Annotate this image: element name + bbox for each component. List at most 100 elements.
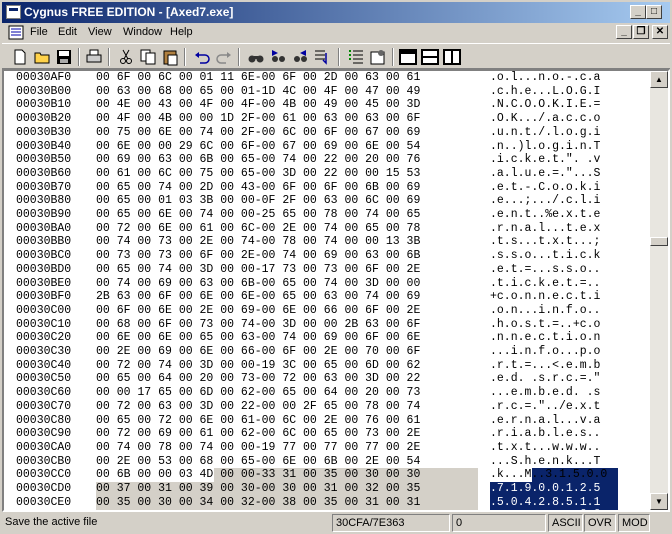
find-next-icon[interactable] (268, 47, 288, 67)
ascii-text[interactable]: .s.s.o...t.i.c.k (490, 249, 600, 263)
menu-file[interactable]: File (30, 26, 48, 38)
app-icon[interactable] (6, 5, 21, 19)
hex-row[interactable]: 00030BD0 00 65 00 74 00 3D 00 00-17 73 00… (4, 263, 650, 277)
status-mod-mode[interactable]: MOD (618, 514, 650, 532)
ascii-text[interactable]: ...e.m.b.e.d. .s (490, 386, 600, 400)
find-icon[interactable] (246, 47, 266, 67)
redo-icon[interactable] (214, 47, 234, 67)
hex-bytes[interactable]: 00 61 00 6C 00 75 00 65-00 3D 00 22 00 0… (96, 167, 420, 181)
ascii-text[interactable]: .n.n.e.c.t.i.o.n (490, 331, 600, 345)
hex-row[interactable]: 00030CC0 00 6B 00 00 03 4D 00 00-33 31 00… (4, 468, 650, 483)
menu-view[interactable]: View (88, 26, 112, 38)
view-split-columns-icon[interactable] (442, 47, 462, 67)
hex-row[interactable]: 00030C70 00 72 00 63 00 3D 00 22-00 00 2F… (4, 400, 650, 414)
hex-bytes[interactable]: 00 6E 00 00 29 6C 00 6F-00 67 00 69 00 6… (96, 140, 420, 154)
scroll-thumb[interactable] (650, 237, 668, 246)
title-bar[interactable]: Cygnus FREE EDITION - [Axed7.exe] _ □ (2, 2, 670, 23)
ascii-text[interactable]: .k...M..3.1.5.0.0 (490, 468, 607, 482)
paste-icon[interactable] (160, 47, 180, 67)
ascii-text[interactable]: .r.n.a.l...t.e.x (490, 222, 600, 236)
ascii-text[interactable]: .o.l...n.o.-.c.a (490, 71, 600, 85)
status-ascii-mode[interactable]: ASCII (548, 514, 583, 532)
ascii-text[interactable]: .i.c.k.e.t.". .v (490, 153, 600, 167)
hex-row[interactable]: 00030C10 00 68 00 6F 00 73 00 74-00 3D 00… (4, 318, 650, 332)
ascii-text[interactable]: .e.d. .s.r.c.=." (490, 372, 600, 386)
ascii-text[interactable]: .7.1.9.0.0.1.2.5 (490, 482, 600, 496)
hex-row[interactable]: 00030BF0 2B 63 00 6F 00 6E 00 6E-00 65 00… (4, 290, 650, 304)
hex-view[interactable]: 00030AF0 00 6F 00 6C 00 01 11 6E-00 6F 00… (4, 71, 650, 510)
hex-bytes[interactable]: 00 6E 00 6E 00 65 00 63-00 74 00 69 00 6… (96, 331, 420, 345)
minimize-button[interactable]: _ (630, 5, 646, 19)
child-minimize-button[interactable]: _ (616, 25, 632, 39)
hex-row[interactable]: 00030CF0 00 33 00 30 00 30 00 30-00 35 00… (4, 509, 650, 510)
hex-row[interactable]: 00030CB0 00 2E 00 53 00 68 00 65-00 6E 00… (4, 455, 650, 469)
vertical-scrollbar[interactable]: ▲ ▼ (650, 71, 668, 510)
hex-bytes[interactable]: 00 6F 00 6E 00 2E 00 69-00 6E 00 66 00 6… (96, 304, 420, 318)
hex-row[interactable]: 00030C90 00 72 00 69 00 61 00 62-00 6C 00… (4, 427, 650, 441)
menu-edit[interactable]: Edit (58, 26, 77, 38)
ascii-text[interactable]: .r.t.=...<.e.m.b (490, 359, 600, 373)
ascii-text[interactable]: .n..)l.o.g.i.n.T (490, 140, 600, 154)
hex-row[interactable]: 00030B10 00 4E 00 43 00 4F 00 4F-00 4B 00… (4, 98, 650, 112)
ascii-text[interactable]: .t.i.c.k.e.t.=.. (490, 277, 600, 291)
hex-row[interactable]: 00030CD0 00 37 00 31 00 39 00 30-00 30 00… (4, 482, 650, 496)
hex-bytes[interactable]: 00 65 00 74 00 2D 00 43-00 6F 00 6F 00 6… (96, 181, 420, 195)
new-file-icon[interactable] (10, 47, 30, 67)
copy-icon[interactable] (138, 47, 158, 67)
ascii-text[interactable]: .e.r.n.a.l...v.a (490, 414, 600, 428)
open-folder-icon[interactable] (32, 47, 52, 67)
hex-bytes[interactable]: 00 65 00 74 00 3D 00 00-17 73 00 73 00 6… (96, 263, 420, 277)
ascii-text[interactable]: .e.n.t..%e.x.t.e (490, 208, 600, 222)
goto-icon[interactable] (312, 47, 332, 67)
hex-bytes[interactable]: 00 2E 00 69 00 6E 00 66-00 6F 00 2E 00 7… (96, 345, 420, 359)
ascii-text[interactable]: .r.c.=."../e.x.t (490, 400, 600, 414)
ascii-text[interactable]: .e.t.=...s.s.o.. (490, 263, 600, 277)
hex-row[interactable]: 00030B40 00 6E 00 00 29 6C 00 6F-00 67 00… (4, 140, 650, 154)
menu-window[interactable]: Window (123, 26, 162, 38)
hex-row[interactable]: 00030B80 00 65 00 01 03 3B 00 00-0F 2F 00… (4, 194, 650, 208)
hex-row[interactable]: 00030C20 00 6E 00 6E 00 65 00 63-00 74 00… (4, 331, 650, 345)
hex-bytes[interactable]: 00 65 00 6E 00 74 00 00-25 65 00 78 00 7… (96, 208, 420, 222)
hex-row[interactable]: 00030AF0 00 6F 00 6C 00 01 11 6E-00 6F 00… (4, 71, 650, 85)
ascii-text[interactable]: .e...;.../.c.l.i (490, 194, 600, 208)
hex-row[interactable]: 00030CE0 00 35 00 30 00 34 00 32-00 38 00… (4, 495, 650, 510)
hex-row[interactable]: 00030B70 00 65 00 74 00 2D 00 43-00 6F 00… (4, 181, 650, 195)
cut-icon[interactable] (116, 47, 136, 67)
hex-bytes[interactable]: 00 2E 00 53 00 68 00 65-00 6E 00 6B 00 2… (96, 455, 420, 469)
status-ovr-mode[interactable]: OVR (584, 514, 616, 532)
hex-bytes[interactable]: 00 74 00 73 00 2E 00 74-00 78 00 74 00 0… (96, 235, 420, 249)
hex-bytes[interactable]: 00 69 00 63 00 6B 00 65-00 74 00 22 00 2… (96, 153, 420, 167)
ascii-text[interactable]: ...i.n.f.o...p.o (490, 345, 600, 359)
hex-bytes[interactable]: 00 72 00 63 00 3D 00 22-00 00 2F 65 00 7… (96, 400, 420, 414)
hex-bytes[interactable]: 2B 63 00 6F 00 6E 00 6E-00 65 00 63 00 7… (96, 290, 420, 304)
ascii-text[interactable]: .u.n.t./.l.o.g.i (490, 126, 600, 140)
hex-bytes[interactable]: 00 72 00 6E 00 61 00 6C-00 2E 00 74 00 6… (96, 222, 420, 236)
hex-bytes[interactable]: 00 6F 00 6C 00 01 11 6E-00 6F 00 2D 00 6… (96, 71, 420, 85)
hex-bytes[interactable]: 00 6B 00 00 03 4D 00 00-33 31 00 35 00 3… (96, 468, 420, 482)
hex-bytes[interactable]: 00 37 00 31 00 39 00 30-00 30 00 31 00 3… (96, 482, 420, 496)
hex-row[interactable]: 00030BC0 00 73 00 73 00 6F 00 2E-00 74 00… (4, 249, 650, 263)
hex-bytes[interactable]: 00 74 00 69 00 63 00 6B-00 65 00 74 00 3… (96, 277, 420, 291)
hex-row[interactable]: 00030B30 00 75 00 6E 00 74 00 2F-00 6C 00… (4, 126, 650, 140)
ascii-text[interactable]: .r.i.a.b.l.e.s.. (490, 427, 600, 441)
ascii-text[interactable]: .e.t.-.C.o.o.k.i (490, 181, 600, 195)
hex-bytes[interactable]: 00 68 00 6F 00 73 00 74-00 3D 00 00 2B 6… (96, 318, 420, 332)
ascii-text[interactable]: .3.0.0.0.5...@.@ (490, 509, 600, 510)
print-icon[interactable] (84, 47, 104, 67)
view-split-horizontal-icon[interactable] (398, 47, 418, 67)
find-prev-icon[interactable] (290, 47, 310, 67)
ascii-text[interactable]: .c.h.e...L.O.G.I (490, 85, 600, 99)
ascii-text[interactable]: .5.0.4.2.8.5.1.1 (490, 496, 600, 510)
hex-row[interactable]: 00030CA0 00 74 00 78 00 74 00 00-19 77 00… (4, 441, 650, 455)
hex-bytes[interactable]: 00 65 00 72 00 6E 00 61-00 6C 00 2E 00 7… (96, 414, 420, 428)
hex-bytes[interactable]: 00 73 00 73 00 6F 00 2E-00 74 00 69 00 6… (96, 249, 420, 263)
save-icon[interactable] (54, 47, 74, 67)
ascii-text[interactable]: .t.x.t...w.w.w.. (490, 441, 600, 455)
hex-row[interactable]: 00030C40 00 72 00 74 00 3D 00 00-19 3C 00… (4, 359, 650, 373)
ascii-text[interactable]: .t.s...t.x.t...; (490, 235, 600, 249)
menu-help[interactable]: Help (170, 26, 193, 38)
hex-bytes[interactable]: 00 65 00 01 03 3B 00 00-0F 2F 00 63 00 6… (96, 194, 420, 208)
hex-bytes[interactable]: 00 63 00 68 00 65 00 01-1D 4C 00 4F 00 4… (96, 85, 420, 99)
maximize-button[interactable]: □ (646, 5, 662, 19)
hex-row[interactable]: 00030C80 00 65 00 72 00 6E 00 61-00 6C 00… (4, 414, 650, 428)
